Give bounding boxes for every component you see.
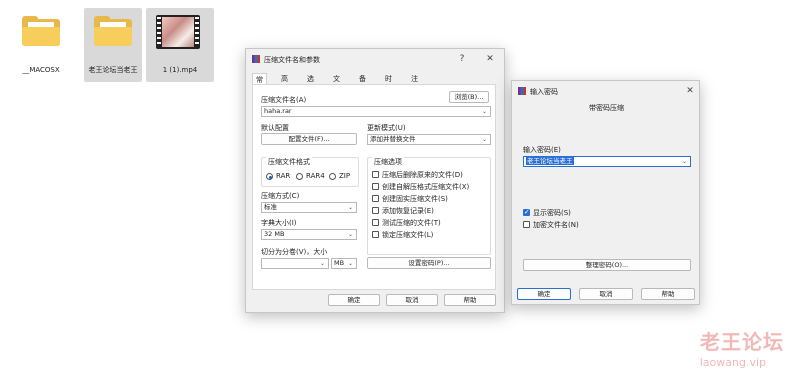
desktop-icon-mp4[interactable]: 1 (1).mp4	[146, 8, 214, 82]
option-lock-checkbox[interactable]	[372, 231, 379, 238]
split-size-input[interactable]: ⌄	[261, 258, 329, 269]
watermark-logo-text: 老王论坛	[700, 330, 784, 354]
option-test-checkbox[interactable]	[372, 219, 379, 226]
desktop-icon-label: 1 (1).mp4	[162, 66, 198, 74]
method-select[interactable]: 标准 ⌄	[261, 202, 357, 213]
chevron-down-icon[interactable]: ⌄	[320, 259, 325, 268]
password-ok-button[interactable]: 确定	[517, 288, 571, 300]
split-volume-label: 切分为分卷(V)，大小	[261, 248, 328, 256]
dict-size-value: 32 MB	[264, 230, 285, 238]
password-dialog: 输入密码 ✕ 带密码压缩 输入密码(E) 老王论坛当老王 ⌄ 显示密码(S) 加…	[511, 80, 700, 305]
dict-size-label: 字典大小(I)	[261, 219, 297, 227]
desktop-icon-laowang-folder[interactable]: 老王论坛当老王	[84, 8, 142, 82]
format-group: 压缩文件格式 RAR RAR4 ZIP	[261, 157, 359, 187]
encrypt-names-checkbox[interactable]	[523, 221, 530, 228]
show-password-label: 显示密码(S)	[533, 209, 571, 217]
option-recovery-label: 添加恢复记录(E)	[382, 207, 434, 215]
chevron-down-icon[interactable]: ⌄	[482, 135, 487, 144]
radio-rar[interactable]	[266, 173, 273, 180]
archive-name-input[interactable]: haha.rar ⌄	[261, 106, 491, 117]
option-solid-checkbox[interactable]	[372, 195, 379, 202]
password-subtitle: 带密码压缩	[589, 104, 624, 112]
watermark-url: laowang.vip	[699, 356, 766, 369]
method-value: 标准	[264, 203, 277, 211]
password-titlebar: 输入密码 ✕	[512, 81, 699, 103]
radio-rar-label: RAR	[276, 172, 291, 180]
password-cancel-button[interactable]: 取消	[579, 288, 633, 300]
options-group: 压缩选项 压缩后删除原来的文件(D) 创建自解压格式压缩文件(X) 创建固实压缩…	[367, 157, 491, 255]
ok-button[interactable]: 确定	[328, 294, 380, 306]
dialog-titlebar: 压缩文件名和参数 ? ✕	[246, 49, 504, 71]
winrar-icon	[252, 55, 260, 63]
format-group-label: 压缩文件格式	[266, 157, 312, 167]
chevron-down-icon[interactable]: ⌄	[348, 230, 353, 239]
chevron-down-icon[interactable]: ⌄	[348, 259, 353, 268]
help-button[interactable]: 帮助	[444, 294, 496, 306]
password-value: 老王论坛当老王	[526, 157, 574, 165]
desktop-icon-label: __MACOSX	[22, 66, 60, 74]
desktop-icon-label: 老王论坛当老王	[88, 66, 138, 74]
close-icon[interactable]: ✕	[684, 86, 696, 96]
option-lock-label: 锁定压缩文件(L)	[382, 231, 434, 239]
option-solid-label: 创建固实压缩文件(S)	[382, 195, 448, 203]
video-file-icon	[156, 15, 200, 49]
split-unit-select[interactable]: MB ⌄	[331, 258, 357, 269]
method-label: 压缩方式(C)	[261, 192, 300, 200]
help-icon[interactable]: ?	[456, 54, 468, 64]
folder-icon	[94, 16, 132, 46]
enter-password-label: 输入密码(E)	[523, 146, 561, 154]
radio-zip-label: ZIP	[339, 172, 351, 180]
option-test-label: 测试压缩的文件(T)	[382, 219, 441, 227]
password-help-button[interactable]: 帮助	[641, 288, 695, 300]
winrar-icon	[518, 87, 526, 95]
archive-name-value: haha.rar	[264, 107, 292, 115]
profile-button[interactable]: 配置文件(F)...	[261, 133, 357, 145]
update-mode-select[interactable]: 添加并替换文件 ⌄	[367, 134, 491, 145]
option-delete-checkbox[interactable]	[372, 171, 379, 178]
chevron-down-icon[interactable]: ⌄	[482, 107, 487, 116]
chevron-down-icon[interactable]: ⌄	[682, 157, 687, 166]
password-dialog-title: 输入密码	[530, 88, 558, 96]
password-input[interactable]: 老王论坛当老王 ⌄	[523, 156, 691, 167]
option-recovery-checkbox[interactable]	[372, 207, 379, 214]
option-sfx-checkbox[interactable]	[372, 183, 379, 190]
show-password-checkbox[interactable]	[523, 208, 530, 216]
close-icon[interactable]: ✕	[484, 54, 496, 64]
dialog-title: 压缩文件名和参数	[264, 56, 320, 64]
desktop-icon-macosx[interactable]: __MACOSX	[12, 8, 70, 82]
browse-button[interactable]: 浏览(B)...	[449, 91, 489, 103]
dict-size-select[interactable]: 32 MB ⌄	[261, 229, 357, 240]
folder-icon	[22, 16, 60, 46]
general-tab-panel: 压缩文件名(A) 浏览(B)... haha.rar ⌄ 默认配置 配置文件(F…	[252, 84, 496, 290]
archive-name-label: 压缩文件名(A)	[261, 96, 307, 104]
archive-settings-dialog: 压缩文件名和参数 ? ✕ 常规 高级 选项 文件 备份 时间 注释 压缩文件名(…	[245, 48, 505, 313]
encrypt-names-label: 加密文件名(N)	[533, 221, 579, 229]
update-mode-label: 更新模式(U)	[367, 124, 406, 132]
update-mode-value: 添加并替换文件	[370, 135, 416, 143]
radio-zip[interactable]	[329, 173, 336, 180]
radio-rar4[interactable]	[296, 173, 303, 180]
chevron-down-icon[interactable]: ⌄	[348, 203, 353, 212]
split-unit-value: MB	[334, 259, 345, 267]
radio-rar4-label: RAR4	[306, 172, 325, 180]
default-profile-label: 默认配置	[261, 124, 289, 132]
cancel-button[interactable]: 取消	[386, 294, 438, 306]
options-group-label: 压缩选项	[372, 157, 404, 167]
option-sfx-label: 创建自解压格式压缩文件(X)	[382, 183, 470, 191]
organize-passwords-button[interactable]: 整理密码(O)...	[523, 259, 691, 271]
option-delete-label: 压缩后删除原来的文件(D)	[382, 171, 463, 179]
set-password-button[interactable]: 设置密码(P)...	[367, 257, 491, 269]
